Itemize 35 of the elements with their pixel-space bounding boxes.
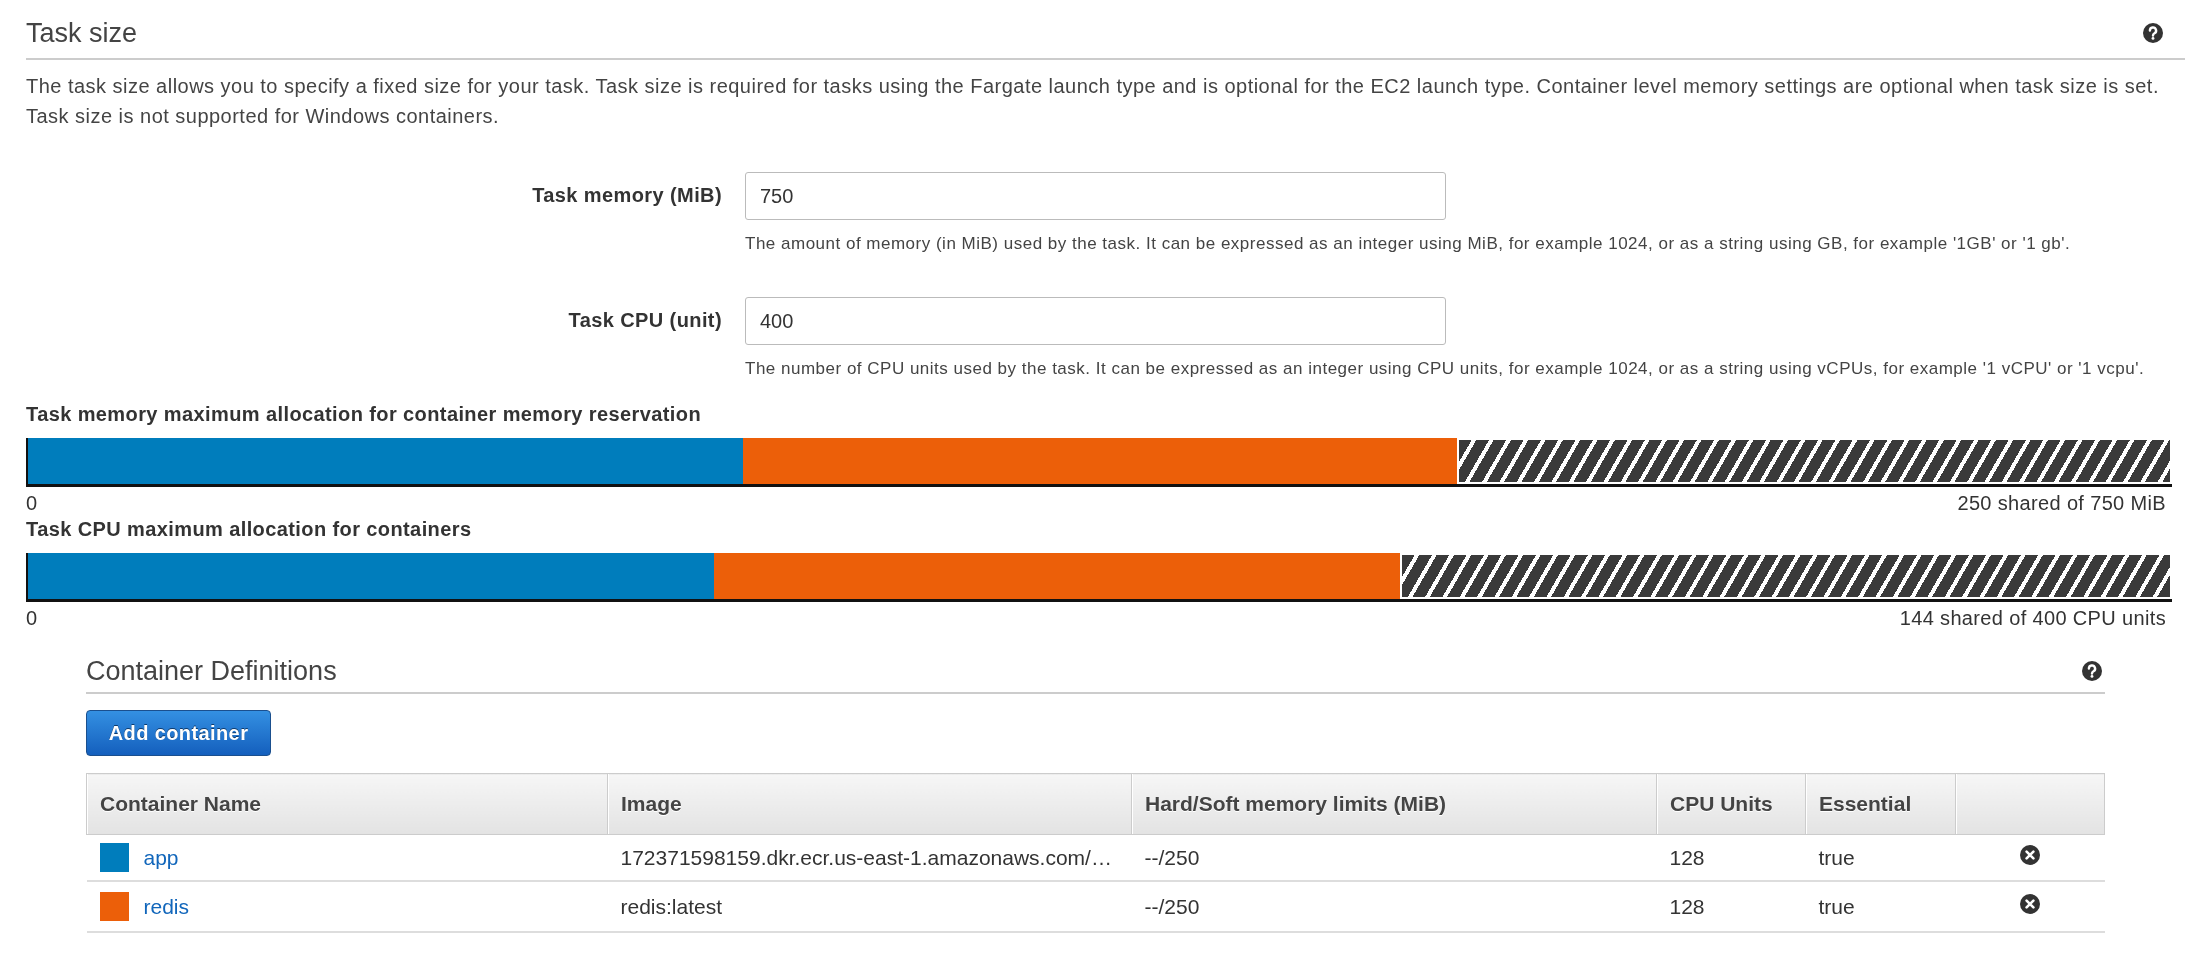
table-cell: 172371598159.dkr.ecr.us-east-1.amazonaws.com/…: [607, 834, 1132, 881]
table-cell: 128: [1656, 881, 1806, 932]
remove-icon[interactable]: [2020, 893, 2040, 914]
container-link[interactable]: redis: [143, 894, 190, 919]
input-field[interactable]: 400: [745, 297, 1446, 345]
section-title: Task size: [26, 17, 138, 50]
field-hint: The amount of memory (in MiB) used by the task. It can be expressed as an integer using MiB, for example 1024, or as a string using GB, for example '1GB' or '1 gb'.: [745, 234, 2072, 254]
table-cell: redis:latest: [607, 881, 1132, 932]
axis-start-label: 0: [26, 607, 38, 629]
container-link[interactable]: app: [143, 845, 179, 870]
field-hint: The number of CPU units used by the task. It can be expressed as an integer using CPU units, for example 1024, or as a string using vCPUs, for example '1 vCPU' or '1 vcpu'.: [745, 359, 2146, 379]
allocation-title: Task memory maximum allocation for container memory reservation: [26, 403, 702, 425]
section-title: Container Definitions: [86, 655, 337, 688]
table-cell: 128: [1656, 834, 1806, 881]
field-label: Task memory (MiB): [532, 183, 722, 208]
column-header: Hard/Soft memory limits (MiB): [1131, 773, 1657, 835]
axis-start-label: 0: [26, 492, 38, 514]
table-cell: --/250: [1131, 881, 1657, 932]
field-label: Task CPU (unit): [568, 308, 722, 333]
column-header: Essential: [1805, 773, 1956, 835]
help-icon[interactable]: [2143, 23, 2163, 43]
allocation-summary: 250 shared of 750 MiB: [1957, 492, 2166, 514]
remove-icon[interactable]: [2020, 844, 2040, 865]
section-description: The task size allows you to specify a fixed size for your task. Task size is required for tasks using the Fargate launch type and is optional for the EC2 launch type. Container level memory settings are optional when task size is set. Task size is not supported for Windows containers.: [26, 74, 2160, 129]
allocation-summary: 144 shared of 400 CPU units: [1899, 607, 2166, 629]
add-container-button[interactable]: Add container: [86, 710, 271, 756]
help-icon[interactable]: [2082, 661, 2102, 681]
table-cell: true: [1805, 881, 1956, 932]
allocation-title: Task CPU maximum allocation for containers: [26, 518, 472, 540]
input-field[interactable]: 750: [745, 172, 1446, 220]
column-header: CPU Units: [1656, 773, 1806, 835]
table-cell: true: [1805, 834, 1956, 881]
table-cell: --/250: [1131, 834, 1657, 881]
column-header: Image: [607, 773, 1132, 835]
column-header: Container Name: [86, 773, 608, 835]
